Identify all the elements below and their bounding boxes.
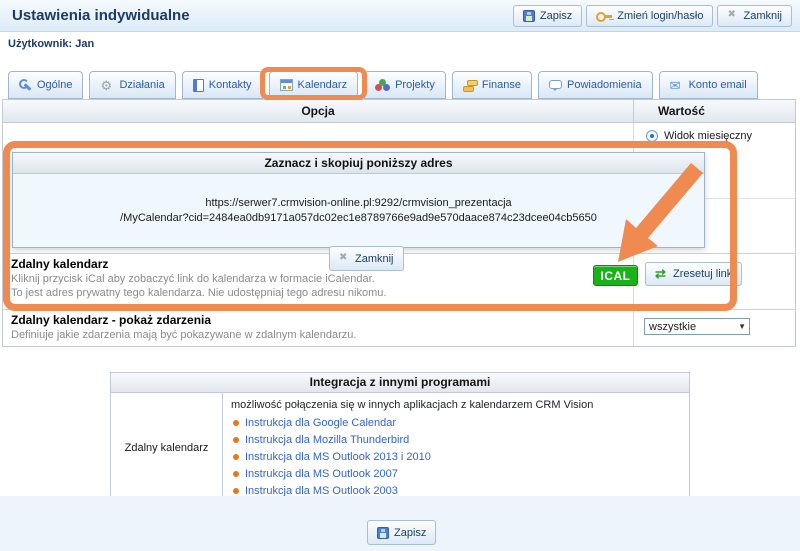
popup-close-button-label: Zamknij [355,253,394,265]
close-icon [727,10,738,21]
tab-projekty[interactable]: Projekty [364,71,446,99]
floppy-disk-icon [377,527,389,539]
current-user-label: Użytkownik: Jan [8,38,94,50]
tab-label: Działania [119,79,164,91]
save-button-bottom-label: Zapisz [394,527,426,539]
bullet-icon [233,488,239,494]
tab-label: Ogólne [37,79,72,91]
coins-icon [463,79,477,91]
google-calendar-instruction-link[interactable]: Instrukcja dla Google Calendar [245,417,396,429]
integration-table: Integracja z innymi programami Zdalny ka… [110,372,690,504]
integration-table-title: Integracja z innymi programami [111,373,689,393]
option-cell: Zdalny kalendarz - pokaż zdarzenia Defin… [3,310,633,346]
tab-powiadomienia[interactable]: Powiadomienia [538,71,653,99]
list-item: Instrukcja dla MS Outlook 2013 i 2010 [231,448,681,465]
option-description: Definiuje jakie zdarzenia mają być pokaz… [11,328,625,342]
option-title: Zdalny kalendarz [11,257,625,272]
column-header-option: Opcja [3,100,633,122]
list-item: Instrukcja dla Mozilla Thunderbird [231,431,681,448]
instruction-links: Instrukcja dla Google Calendar Instrukcj… [231,414,681,499]
close-button-label: Zamknij [743,10,782,22]
gear-icon [100,79,114,92]
integration-table-body: Zdalny kalendarz możliwość połączenia si… [111,393,689,503]
radio-button-selected[interactable] [646,130,658,142]
options-table-header: Opcja Wartość [3,100,795,123]
bullet-icon [233,454,239,460]
reset-link-button[interactable]: Zresetuj link [645,262,742,286]
calendar-icon [280,79,293,91]
events-dropdown[interactable]: wszystkie ▼ [644,318,750,335]
integration-row-label: Zdalny kalendarz [111,393,223,503]
popup-body: https://serwer7.crmvision-online.pl:9292… [13,174,704,247]
close-icon [339,253,350,264]
save-button[interactable]: Zapisz [513,5,582,27]
settings-tab-bar: Ogólne Działania Kontakty Kalendarz Proj… [8,70,758,99]
wrench-icon [19,79,32,92]
calendar-url-line1: https://serwer7.crmvision-online.pl:9292… [205,197,511,209]
option-description: To jest adres prywatny tego kalendarza. … [11,286,625,300]
tab-label: Kontakty [209,79,252,91]
tab-kalendarz[interactable]: Kalendarz [269,71,359,99]
change-login-button-label: Zmień login/hasło [617,10,703,22]
ms-outlook-2013-2010-instruction-link[interactable]: Instrukcja dla MS Outlook 2013 i 2010 [245,451,431,463]
integration-intro-text: możliwość połączenia się w innych aplika… [231,398,681,412]
value-cell: wszystkie ▼ [633,310,795,346]
popup-close-button[interactable]: Zamknij [329,246,404,271]
option-title: Zdalny kalendarz - pokaż zdarzenia [11,313,625,328]
key-icon [596,11,612,21]
change-login-password-button[interactable]: Zmień login/hasło [586,5,713,27]
copy-address-popup: Zaznacz i skopiuj poniższy adres https:/… [12,152,705,248]
ms-outlook-2007-instruction-link[interactable]: Instrukcja dla MS Outlook 2007 [245,468,398,480]
dropdown-arrow-icon: ▼ [738,322,746,331]
ical-button[interactable]: ICAL [593,265,638,286]
close-button[interactable]: Zamknij [717,5,792,27]
table-row-remote-events: Zdalny kalendarz - pokaż zdarzenia Defin… [3,309,795,346]
individual-settings-window: Ustawienia indywidualne Zapisz Zmień log… [0,0,800,551]
header-bar: Ustawienia indywidualne Zapisz Zmień log… [0,0,800,32]
bullet-icon [233,420,239,426]
tab-label: Projekty [395,79,435,91]
tab-label: Kalendarz [298,79,348,91]
envelope-icon [670,79,684,92]
radio-label: Widok miesięczny [664,130,752,142]
tab-konto-email[interactable]: Konto email [659,71,758,99]
reset-link-button-label: Zresetuj link [673,268,732,280]
list-item: Instrukcja dla MS Outlook 2007 [231,465,681,482]
floppy-disk-icon [523,10,535,22]
bullet-icon [233,471,239,477]
list-item: Instrukcja dla Google Calendar [231,414,681,431]
save-button-bottom[interactable]: Zapisz [367,520,436,545]
speech-bubble-icon [549,80,562,89]
option-description: Kliknij przycisk iCal aby zobaczyć link … [11,272,625,286]
popup-title: Zaznacz i skopiuj poniższy adres [13,153,704,174]
bullet-icon [233,437,239,443]
page-title: Ustawienia indywidualne [8,7,190,24]
ms-outlook-2003-instruction-link[interactable]: Instrukcja dla MS Outlook 2003 [245,485,398,497]
refresh-icon [655,268,668,280]
tab-kontakty[interactable]: Kontakty [182,71,263,99]
events-dropdown-value: wszystkie [649,321,696,333]
tab-ogolne[interactable]: Ogólne [8,71,83,99]
calendar-url-line2: /MyCalendar?cid=2484ea0db9171a057dc02ec1… [120,212,597,224]
tab-label: Finanse [482,79,521,91]
toolbar: Zapisz Zmień login/hasło Zamknij [513,5,792,27]
shapes-icon [375,79,390,91]
column-header-value: Wartość [633,100,795,122]
monthly-view-option: Widok miesięczny [634,123,795,142]
integration-content: możliwość połączenia się w innych aplika… [223,393,689,503]
option-cell: Zdalny kalendarz Kliknij przycisk iCal a… [3,254,633,309]
tab-finanse[interactable]: Finanse [452,71,532,99]
tab-label: Konto email [689,79,747,91]
tab-label: Powiadomienia [567,79,642,91]
address-book-icon [193,79,204,92]
save-button-label: Zapisz [540,10,572,22]
mozilla-thunderbird-instruction-link[interactable]: Instrukcja dla Mozilla Thunderbird [245,434,409,446]
tab-dzialania[interactable]: Działania [89,71,175,99]
